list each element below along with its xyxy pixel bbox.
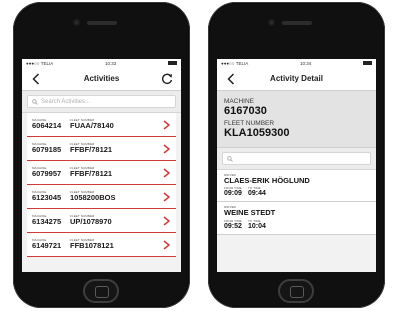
list-item[interactable]: MACHINE 6079185 FLEET NUMBER FFBF/78121 xyxy=(27,137,176,161)
refresh-button[interactable] xyxy=(159,71,175,87)
carrier-label: ●●●○○ TELIA xyxy=(26,60,54,66)
list-item[interactable]: DRIVER WEINE STEDT FROM TIME 09:52 TO TIM… xyxy=(217,202,376,235)
machine-number: 6149721 xyxy=(32,241,62,251)
status-bar: ●●●○○ TELIA 10:34 xyxy=(217,59,376,67)
machine-number: 6134275 xyxy=(32,217,62,227)
fleet-number: 1058200BOS xyxy=(70,193,116,203)
search-bar xyxy=(217,148,376,170)
fleet-value: KLA1059300 xyxy=(224,127,290,139)
list-item[interactable]: DRIVER CLAES-ERIK HÖGLUND FROM TIME 09:09… xyxy=(217,170,376,203)
activities-screen: ●●●○○ TELIA 10:33 Activities Search Acti… xyxy=(22,59,181,272)
fleet-number: FFB1078121 xyxy=(70,241,114,251)
nav-bar: Activity Detail xyxy=(217,67,376,91)
to-time: 09:44 xyxy=(248,190,266,198)
back-button[interactable] xyxy=(223,71,239,87)
page-title: Activity Detail xyxy=(270,74,323,83)
list-item[interactable]: MACHINE 6134275 FLEET NUMBER UP/1078970 xyxy=(27,209,176,233)
list-item[interactable]: MACHINE 6064214 FLEET NUMBER FUAA/78140 xyxy=(27,113,176,137)
list-item[interactable]: MACHINE 6149721 FLEET NUMBER FFB1078121 xyxy=(27,233,176,257)
page-title: Activities xyxy=(83,74,120,83)
home-button[interactable] xyxy=(278,279,314,303)
activity-list: MACHINE 6064214 FLEET NUMBER FUAA/78140 MA… xyxy=(22,113,181,257)
fleet-label: FLEET NUMBER xyxy=(224,120,275,127)
fleet-number: FFBF/78121 xyxy=(70,145,113,155)
chevron-right-icon xyxy=(163,192,171,202)
machine-number: 6079957 xyxy=(32,169,62,179)
clock: 10:34 xyxy=(300,60,312,66)
fleet-number: FUAA/78140 xyxy=(70,121,114,131)
carrier-label: ●●●○○ TELIA xyxy=(221,60,249,66)
search-input[interactable]: Search Activities... xyxy=(27,95,176,108)
search-bar: Search Activities... xyxy=(22,91,181,113)
machine-value: 6167030 xyxy=(224,105,267,117)
phone-activity-detail: ●●●○○ TELIA 10:34 Activity Detail MACHIN… xyxy=(208,2,385,308)
chevron-left-icon xyxy=(32,72,40,85)
search-input[interactable] xyxy=(222,152,371,165)
chevron-right-icon xyxy=(163,168,171,178)
machine-number: 6123045 xyxy=(32,193,62,203)
chevron-right-icon xyxy=(163,144,171,154)
battery-icon xyxy=(168,61,177,65)
search-placeholder: Search Activities... xyxy=(41,98,91,105)
clock: 10:33 xyxy=(105,60,117,66)
from-time: 09:52 xyxy=(224,222,242,230)
earpiece xyxy=(282,21,312,25)
search-icon xyxy=(227,155,233,162)
fleet-number: FFBF/78121 xyxy=(70,169,113,179)
chevron-right-icon xyxy=(163,240,171,250)
driver-list: DRIVER CLAES-ERIK HÖGLUND FROM TIME 09:09… xyxy=(217,170,376,235)
phone-activities: ●●●○○ TELIA 10:33 Activities Search Acti… xyxy=(13,2,190,308)
list-item[interactable]: MACHINE 6123045 FLEET NUMBER 1058200BOS xyxy=(27,185,176,209)
camera-icon xyxy=(73,19,80,26)
home-button[interactable] xyxy=(83,279,119,303)
driver-name: WEINE STEDT xyxy=(224,208,276,218)
from-time: 09:09 xyxy=(224,190,242,198)
chevron-left-icon xyxy=(227,72,235,85)
to-time: 10:04 xyxy=(248,222,266,230)
driver-name: CLAES-ERIK HÖGLUND xyxy=(224,176,310,185)
machine-label: MACHINE xyxy=(224,98,254,105)
list-item[interactable]: MACHINE 6079957 FLEET NUMBER FFBF/78121 xyxy=(27,161,176,185)
earpiece xyxy=(87,21,117,25)
chevron-right-icon xyxy=(163,216,171,226)
machine-number: 6079185 xyxy=(32,145,62,155)
camera-icon xyxy=(268,19,275,26)
machine-summary: MACHINE 6167030 FLEET NUMBER KLA1059300 xyxy=(217,91,376,148)
machine-number: 6064214 xyxy=(32,121,62,131)
battery-icon xyxy=(363,61,372,65)
nav-bar: Activities xyxy=(22,67,181,91)
chevron-right-icon xyxy=(163,120,171,130)
activity-detail-screen: ●●●○○ TELIA 10:34 Activity Detail MACHIN… xyxy=(217,59,376,272)
back-button[interactable] xyxy=(28,71,44,87)
refresh-icon xyxy=(162,73,173,84)
fleet-number: UP/1078970 xyxy=(70,217,112,227)
search-icon xyxy=(32,98,38,105)
status-bar: ●●●○○ TELIA 10:33 xyxy=(22,59,181,67)
